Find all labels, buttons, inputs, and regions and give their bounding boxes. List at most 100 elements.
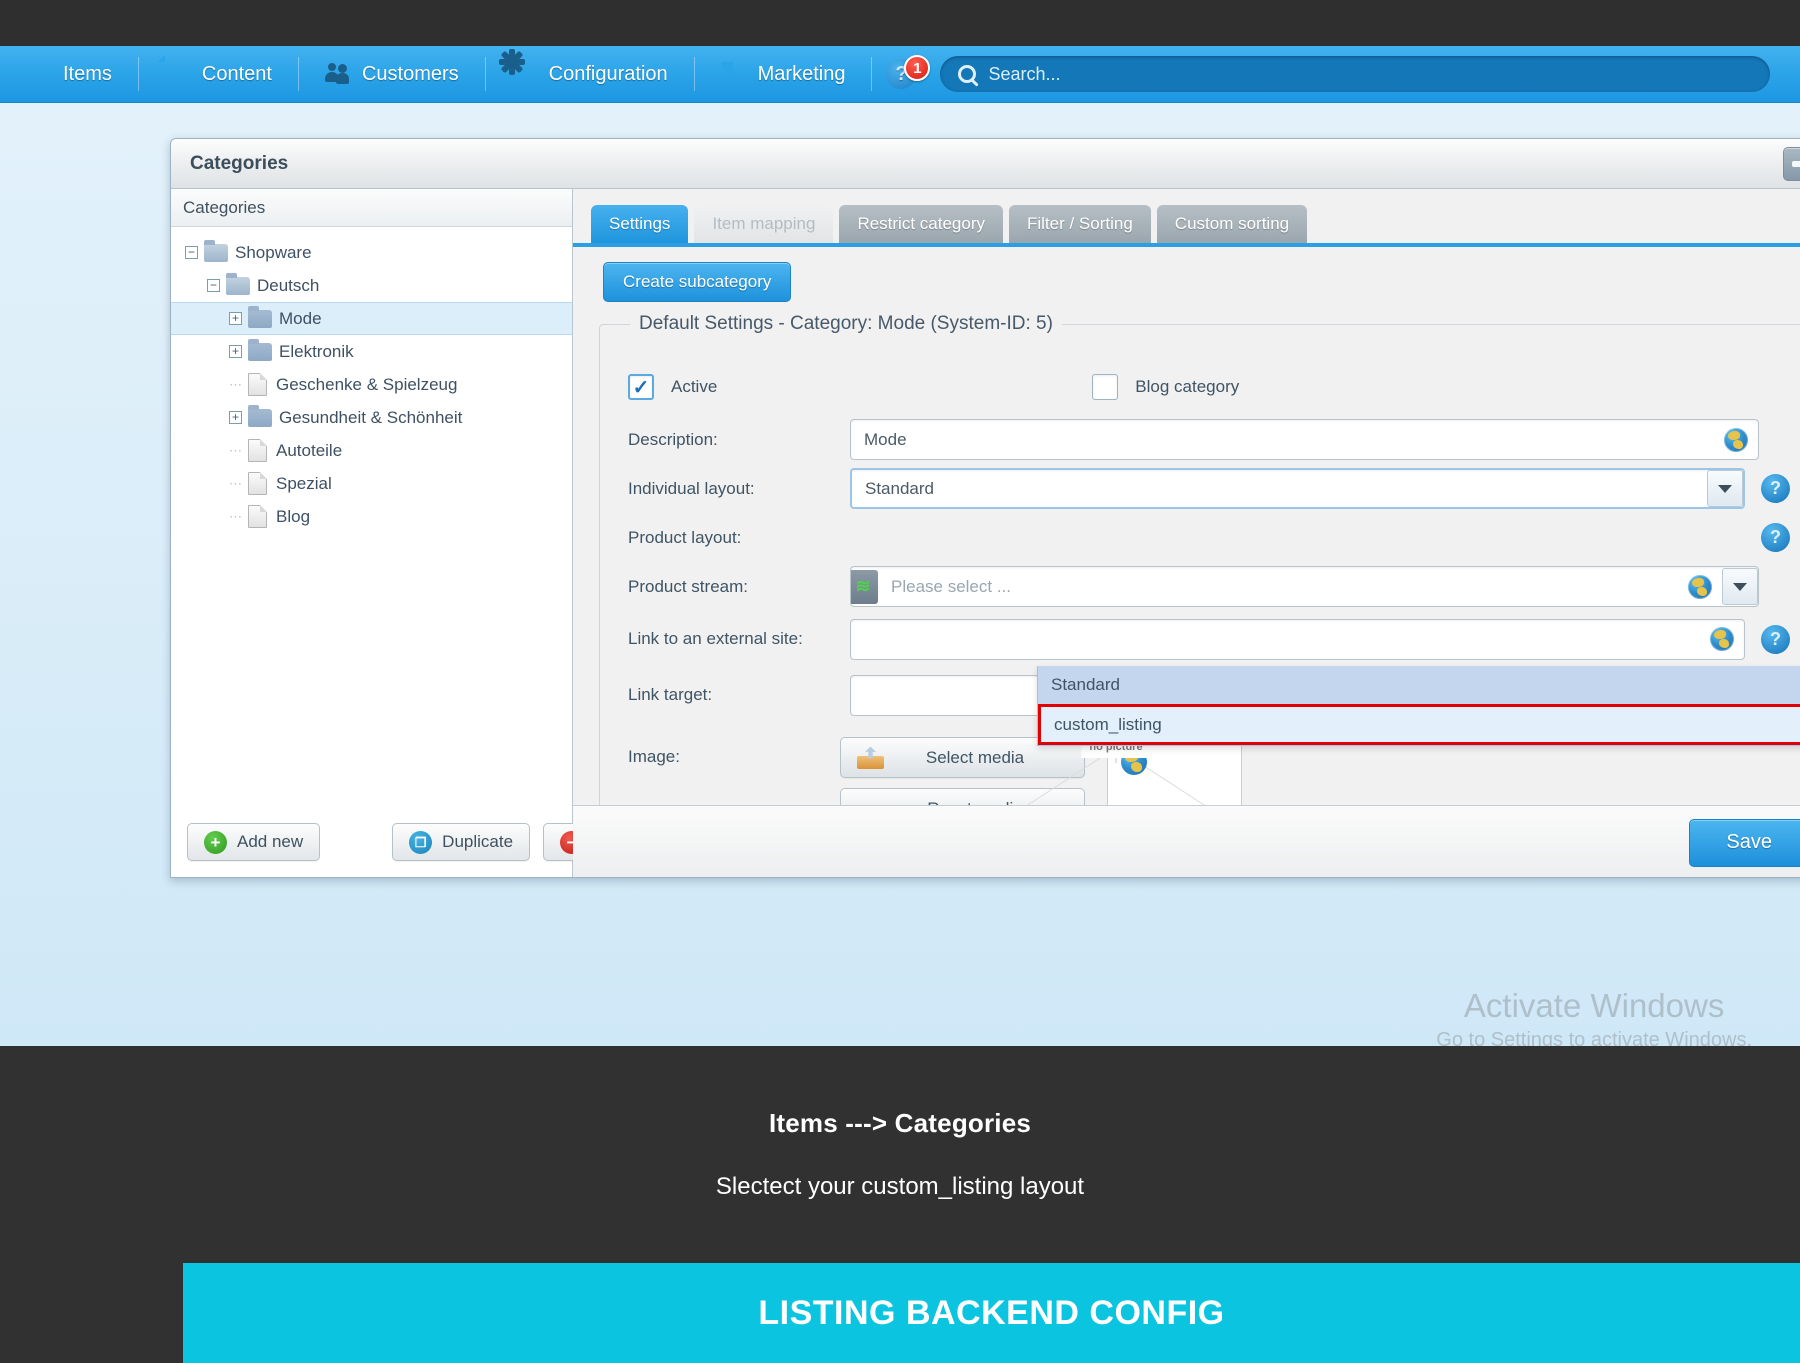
link-external-label: Link to an external site: [628,629,850,649]
help-icon[interactable]: ? [1761,523,1790,552]
nav-item-items[interactable]: Items [0,46,138,103]
tree-node-label: Geschenke & Spielzeug [276,375,457,395]
duplicate-button[interactable]: ❐ Duplicate [392,823,530,861]
tab-item-mapping[interactable]: Item mapping [694,205,833,243]
help-icon[interactable]: ? [1761,474,1790,503]
create-subcategory-button[interactable]: Create subcategory [603,262,791,302]
search-input[interactable]: Search... [940,56,1770,92]
tree-node-mode[interactable]: + Mode [171,302,572,335]
page-icon [248,505,267,528]
tree-node-label: Deutsch [257,276,319,296]
gear-icon [512,62,538,86]
page-icon [248,472,267,495]
expand-toggle-icon[interactable]: + [229,345,242,358]
tab-label: Item mapping [712,214,815,234]
tree-node-label: Autoteile [276,441,342,461]
chevron-down-icon[interactable] [1722,568,1758,605]
add-new-button[interactable]: + Add new [187,823,320,861]
window-titlebar: Categories [171,139,1800,189]
document-icon [165,62,191,86]
screenshot-region: Items Content Customers Configuration [0,0,1800,1046]
caption-subtitle: Slectect your custom_listing layout [716,1173,1084,1201]
product-stream-placeholder: Please select ... [878,577,1688,597]
tab-label: Custom sorting [1175,214,1289,234]
tab-filter-sorting[interactable]: Filter / Sorting [1009,205,1151,243]
nav-item-content[interactable]: Content [139,46,298,103]
nav-label-items: Items [63,63,112,86]
expand-toggle-icon[interactable]: + [229,312,242,325]
globe-icon[interactable] [1688,575,1712,599]
individual-layout-select[interactable]: Standard [850,468,1745,509]
stream-icon: ≋ [850,570,878,604]
backend-canvas: Items Content Customers Configuration [0,0,1800,1046]
nav-item-configuration[interactable]: Configuration [486,46,694,103]
tree-guide-line: ⋯ [229,377,242,393]
active-label: Active [671,377,717,397]
description-input[interactable]: Mode [850,419,1759,460]
no-picture-placeholder-icon: sorry, no picture [1115,744,1117,763]
tree-node-label: Blog [276,507,310,527]
globe-icon[interactable] [1710,627,1734,651]
collapse-toggle-icon[interactable]: − [185,246,198,259]
folder-open-icon [204,244,228,262]
search-placeholder: Search... [988,64,1060,85]
checkbox-row: ✓ Active Blog category [600,359,1800,415]
tree-node-deutsch[interactable]: − Deutsch [171,269,572,302]
link-external-input[interactable] [850,619,1745,660]
page-icon [248,373,267,396]
description-row: Description: Mode [600,415,1800,464]
tab-settings[interactable]: Settings [591,205,688,243]
tree-node-autoteile[interactable]: ⋯ Autoteile [171,434,572,467]
help-icon[interactable]: ? [1761,625,1790,654]
nav-label-marketing: Marketing [758,63,846,86]
tree-node-spezial[interactable]: ⋯ Spezial [171,467,572,500]
dropdown-option-custom-listing[interactable]: custom_listing [1038,704,1800,745]
tab-restrict-category[interactable]: Restrict category [839,205,1003,243]
tree-node-geschenke-spielzeug[interactable]: ⋯ Geschenke & Spielzeug [171,368,572,401]
chevron-down-icon[interactable] [1707,470,1743,507]
product-stream-input[interactable]: ≋ Please select ... [850,566,1759,607]
nav-item-customers[interactable]: Customers [299,46,485,103]
image-label: Image: [628,737,850,767]
blog-category-checkbox[interactable] [1092,374,1118,400]
nav-item-marketing[interactable]: Marketing [695,46,872,103]
active-checkbox[interactable]: ✓ [628,374,654,400]
duplicate-label: Duplicate [442,832,513,852]
tree-guide-line: ⋯ [229,476,242,492]
nav-label-configuration: Configuration [549,63,668,86]
copy-icon: ❐ [409,831,432,854]
default-settings-fieldset: Default Settings - Category: Mode (Syste… [599,324,1800,878]
nav-label-customers: Customers [362,63,459,86]
collapse-toggle-icon[interactable]: − [207,279,220,292]
tree-node-label: Mode [279,309,322,329]
main-navigation: Items Content Customers Configuration [0,46,1800,103]
inbox-icon [26,62,52,86]
users-icon [325,62,351,86]
help-area[interactable]: ? 1 [872,59,924,89]
no-picture-text: sorry, no picture [1115,744,1117,758]
blog-category-label: Blog category [1135,377,1239,397]
notification-badge[interactable]: 1 [904,55,930,81]
tab-label: Restrict category [857,214,985,234]
tree-node-shopware[interactable]: − Shopware [171,236,572,269]
tab-custom-sorting[interactable]: Custom sorting [1157,205,1307,243]
tab-label: Settings [609,214,670,234]
tree-node-blog[interactable]: ⋯ Blog [171,500,572,533]
select-media-label: Select media [884,748,1084,768]
watermark-line1: Activate Windows [1436,987,1752,1025]
link-target-label: Link target: [628,685,850,705]
caption-title: Items ---> Categories [769,1108,1031,1139]
tree-node-elektronik[interactable]: + Elektronik [171,335,572,368]
globe-icon[interactable] [1724,428,1748,452]
tab-strip: Settings Item mapping Restrict category … [573,189,1800,247]
tree-node-gesundheit-schoenheit[interactable]: + Gesundheit & Schönheit [171,401,572,434]
minimize-button[interactable] [1783,147,1800,181]
tree-node-label: Elektronik [279,342,354,362]
save-button[interactable]: Save [1689,819,1800,867]
layout-dropdown-list[interactable]: Standard custom_listing [1037,666,1800,746]
dropdown-option-standard[interactable]: Standard [1038,666,1800,704]
product-layout-row: Product layout: ? [600,513,1800,562]
product-stream-label: Product stream: [628,577,850,597]
expand-toggle-icon[interactable]: + [229,411,242,424]
product-layout-label: Product layout: [628,528,850,548]
